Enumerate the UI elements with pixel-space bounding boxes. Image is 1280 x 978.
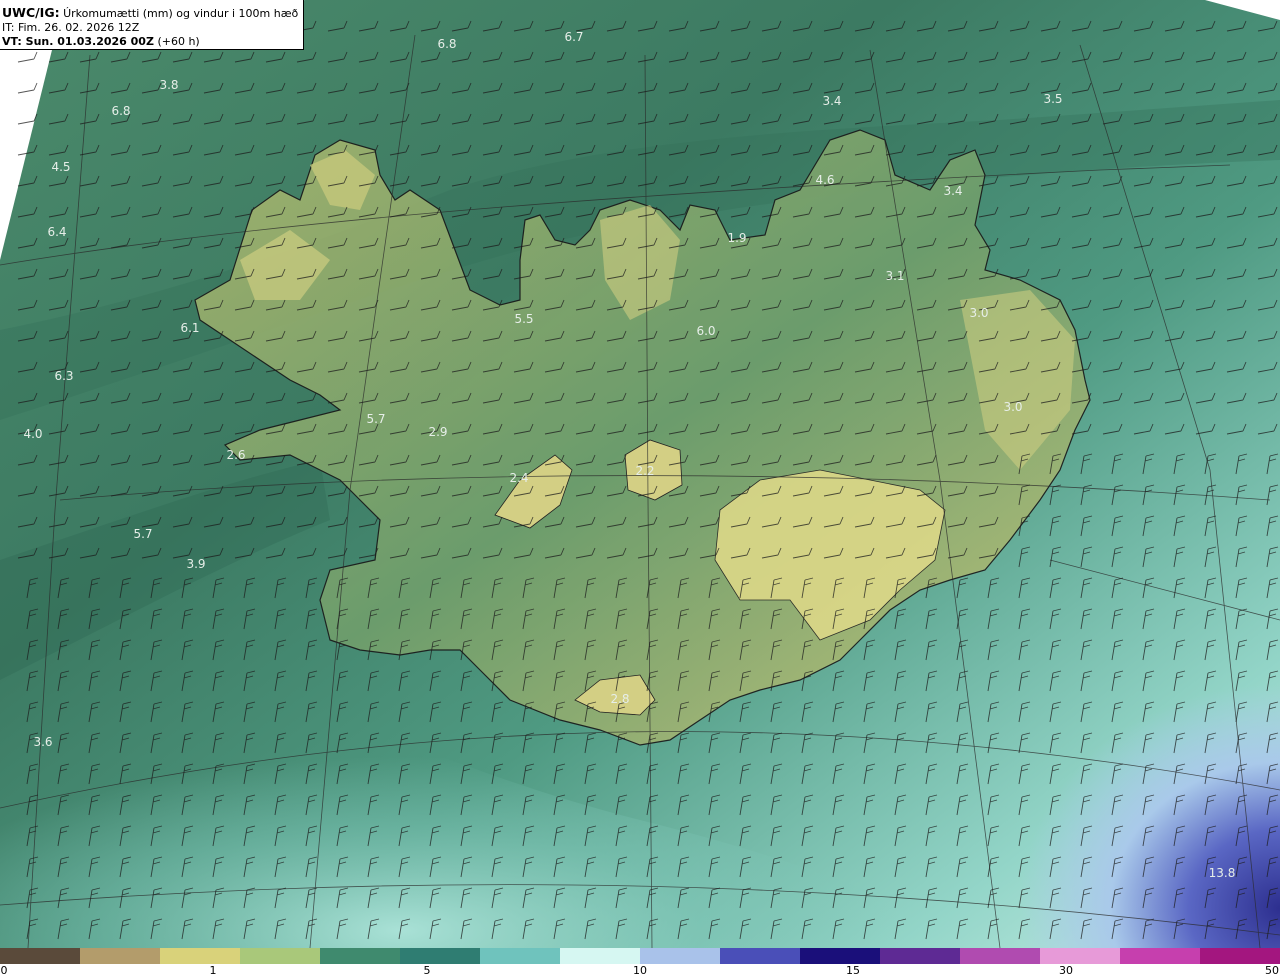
precip-value-label: 3.4	[822, 94, 841, 108]
colorbar-segment	[1040, 948, 1121, 964]
precip-value-label: 2.2	[635, 464, 654, 478]
lead-time: (+60 h)	[157, 35, 200, 48]
precip-value-label: 3.4	[943, 184, 962, 198]
colorbar-tick-label: 15	[846, 964, 860, 977]
colorbar-segment	[400, 948, 481, 964]
colorbar-segment	[1200, 948, 1280, 964]
precip-value-label: 2.6	[226, 448, 245, 462]
precip-value-label: 6.3	[54, 369, 73, 383]
precip-value-label: 5.7	[133, 527, 152, 541]
colorbar-segment	[720, 948, 801, 964]
colorbar-tick-label: 0	[0, 964, 8, 977]
colorbar-tick-label: 10	[633, 964, 647, 977]
product-name: UWC/IG:	[2, 5, 60, 20]
title-line-1: UWC/IG: Úrkomumætti (mm) og vindur i 100…	[2, 6, 303, 21]
precip-value-label: 6.8	[437, 37, 456, 51]
precip-value-label: 6.4	[47, 225, 66, 239]
precip-value-label: 3.5	[1043, 92, 1062, 106]
colorbar	[0, 948, 1280, 964]
colorbar-tick-label: 30	[1059, 964, 1073, 977]
colorbar-segment	[560, 948, 641, 964]
precip-value-label: 6.7	[564, 30, 583, 44]
colorbar-segment	[80, 948, 161, 964]
precip-value-label: 5.5	[514, 312, 533, 326]
precip-value-label: 3.0	[969, 306, 988, 320]
colorbar-segment	[0, 948, 81, 964]
colorbar-segment	[640, 948, 721, 964]
precip-value-label: 6.1	[180, 321, 199, 335]
colorbar-segment	[880, 948, 961, 964]
precip-value-label: 3.0	[1003, 400, 1022, 414]
valid-time-line: VT: Sun. 01.03.2026 00Z (+60 h)	[2, 35, 303, 49]
init-time: IT: Fim. 26. 02. 2026 12Z	[2, 21, 140, 34]
colorbar-segment	[320, 948, 401, 964]
precip-value-label: 4.5	[51, 160, 70, 174]
precip-value-label: 2.8	[610, 692, 629, 706]
colorbar-tick-label: 50	[1265, 964, 1279, 977]
colorbar-segment	[480, 948, 561, 964]
precip-value-label: 3.9	[186, 557, 205, 571]
precip-value-label: 1.9	[727, 231, 746, 245]
precip-value-label: 2.4	[509, 471, 528, 485]
precip-value-label: 3.1	[885, 269, 904, 283]
precip-value-label: 2.9	[428, 425, 447, 439]
weather-map: 3.8 6.8 6.8 6.7 3.4 3.5 4.6 3.4 4.5 6.4 1.9 3.1 3.0 6…	[0, 0, 1280, 948]
precip-value-label: 4.6	[815, 173, 834, 187]
precip-value-label: 3.6	[33, 735, 52, 749]
colorbar-segment	[800, 948, 881, 964]
colorbar-labels: 0 1 5 10 15 30 50	[0, 963, 1280, 978]
precip-value-label: 4.0	[23, 427, 42, 441]
precip-value-label: 6.0	[696, 324, 715, 338]
product-description: Úrkomumætti (mm) og vindur i 100m hæð	[63, 7, 299, 20]
colorbar-segment	[1120, 948, 1201, 964]
colorbar-tick-label: 5	[423, 964, 431, 977]
precip-value-label: 3.8	[159, 78, 178, 92]
valid-time: VT: Sun. 01.03.2026 00Z	[2, 35, 154, 48]
colorbar-segment	[160, 948, 241, 964]
precip-value-label: 6.8	[111, 104, 130, 118]
precip-value-label: 13.8	[1209, 866, 1236, 880]
precip-value-label: 5.7	[366, 412, 385, 426]
title-box: UWC/IG: Úrkomumætti (mm) og vindur i 100…	[0, 0, 304, 50]
colorbar-segment	[240, 948, 321, 964]
colorbar-tick-label: 1	[209, 964, 217, 977]
colorbar-segment	[960, 948, 1041, 964]
